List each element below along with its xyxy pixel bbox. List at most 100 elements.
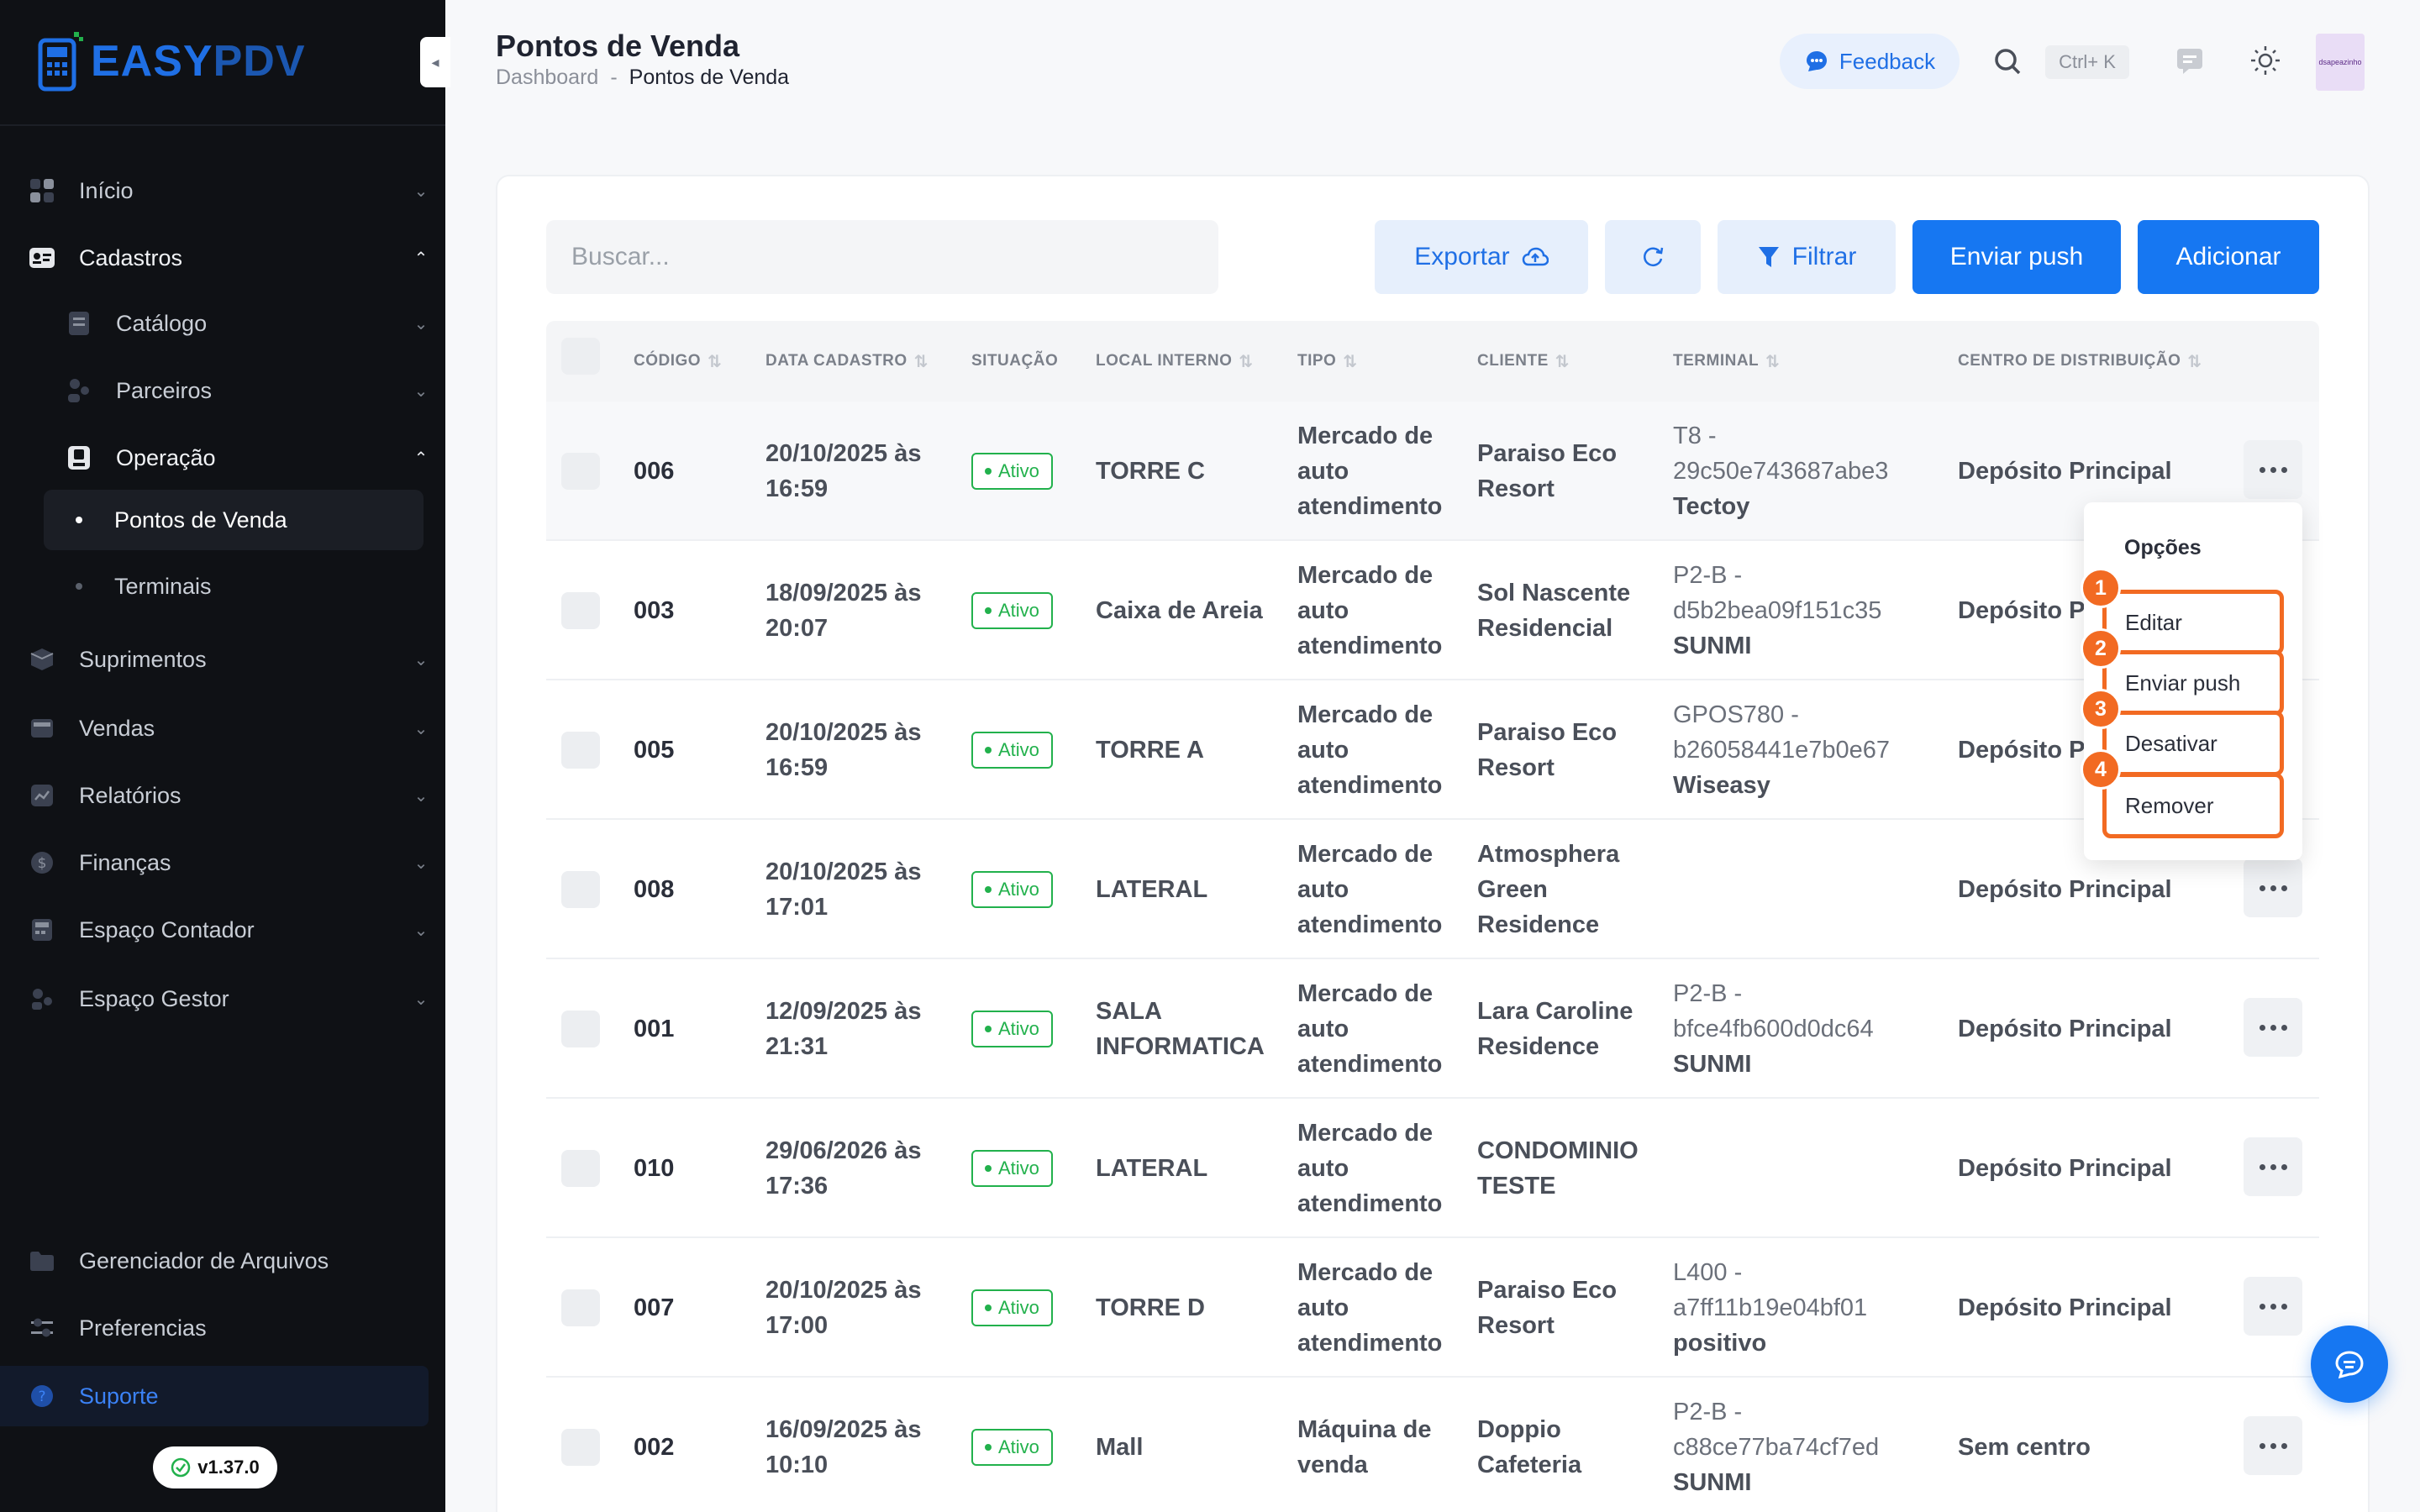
row-actions-button[interactable] bbox=[2244, 1137, 2302, 1196]
step-marker-3: 3 bbox=[2081, 689, 2121, 729]
sidebar-item-gerenciador-de-arquivos[interactable]: Gerenciador de Arquivos bbox=[27, 1231, 430, 1290]
sidebar-item-relatorios[interactable]: Relatórios ⌄ bbox=[27, 766, 430, 825]
status-badge: Ativo bbox=[971, 592, 1053, 629]
table-row[interactable]: 006 20/10/2025 às 16:59 Ativo TORRE C Mercad… bbox=[546, 402, 2319, 541]
table-row[interactable]: 007 20/10/2025 às 17:00 Ativo TORRE D Mercad… bbox=[546, 1238, 2319, 1378]
row-actions-button[interactable] bbox=[2244, 998, 2302, 1057]
sidebar-item-pontos-de-venda[interactable]: Pontos de Venda bbox=[44, 490, 424, 550]
status-badge: Ativo bbox=[971, 1289, 1053, 1326]
cell-situacao: Ativo bbox=[971, 402, 1081, 541]
row-checkbox[interactable] bbox=[561, 592, 600, 629]
row-actions-button[interactable] bbox=[2244, 858, 2302, 917]
send-push-button[interactable]: Enviar push bbox=[1912, 220, 2121, 294]
sidebar-item-label: Gerenciador de Arquivos bbox=[79, 1247, 329, 1273]
sidebar-item-suporte[interactable]: ? Suporte bbox=[0, 1366, 429, 1426]
export-button[interactable]: Exportar bbox=[1375, 220, 1588, 294]
brand-name: EASYPDV bbox=[91, 37, 306, 86]
calculator-icon bbox=[27, 915, 57, 945]
table-row[interactable]: 010 29/06/2026 às 17:36 Ativo LATERAL Mercad… bbox=[546, 1099, 2319, 1238]
sidebar-item-cadastros[interactable]: Cadastros ⌃ bbox=[27, 228, 430, 287]
menu-item-remover[interactable]: Remover bbox=[2102, 773, 2284, 838]
cell-situacao: Ativo bbox=[971, 1378, 1081, 1512]
sidebar-item-suprimentos[interactable]: Suprimentos ⌄ bbox=[27, 630, 430, 689]
status-dot-icon bbox=[985, 747, 992, 753]
status-label: Ativo bbox=[998, 1018, 1039, 1039]
chart-icon bbox=[27, 780, 57, 811]
brand-logo[interactable]: EASYPDV bbox=[37, 29, 306, 94]
table-row[interactable]: 008 20/10/2025 às 17:01 Ativo LATERAL Mercad… bbox=[546, 820, 2319, 959]
refresh-button[interactable] bbox=[1605, 220, 1701, 294]
status-dot-icon bbox=[985, 1165, 992, 1172]
filter-button[interactable]: Filtrar bbox=[1718, 220, 1896, 294]
row-checkbox[interactable] bbox=[561, 1150, 600, 1187]
chevron-down-icon: ⌄ bbox=[413, 786, 429, 806]
cell-cliente: Sol Nascente Residencial bbox=[1477, 580, 1631, 642]
sidebar-item-parceiros[interactable]: Parceiros ⌄ bbox=[64, 361, 430, 420]
row-checkbox[interactable] bbox=[561, 1429, 600, 1466]
row-checkbox[interactable] bbox=[561, 1011, 600, 1047]
column-header-tipo[interactable]: TIPO ⇅ bbox=[1297, 321, 1358, 402]
column-header-cliente[interactable]: CLIENTE ⇅ bbox=[1477, 321, 1570, 402]
cell-situacao: Ativo bbox=[971, 680, 1081, 820]
svg-text:?: ? bbox=[38, 1389, 45, 1405]
row-checkbox[interactable] bbox=[561, 871, 600, 908]
dot-icon bbox=[2270, 1442, 2276, 1449]
menu-item-desativar[interactable]: Desativar bbox=[2102, 711, 2284, 776]
select-all-checkbox[interactable] bbox=[561, 338, 600, 375]
table-row[interactable]: 005 20/10/2025 às 16:59 Ativo TORRE A Mercad… bbox=[546, 680, 2319, 820]
row-checkbox[interactable] bbox=[561, 453, 600, 490]
sidebar-item-operacao[interactable]: Operação ⌃ bbox=[64, 428, 430, 487]
cell-codigo: 007 bbox=[634, 1294, 675, 1321]
column-header-codigo[interactable]: CÓDIGO ⇅ bbox=[634, 321, 722, 402]
add-button[interactable]: Adicionar bbox=[2138, 220, 2319, 294]
table-row[interactable]: 001 12/09/2025 às 21:31 Ativo SALA INFORMAT… bbox=[546, 959, 2319, 1099]
menu-item-editar[interactable]: Editar bbox=[2102, 590, 2284, 655]
breadcrumb-dashboard[interactable]: Dashboard bbox=[496, 66, 598, 90]
row-actions-button[interactable] bbox=[2244, 1416, 2302, 1475]
row-checkbox[interactable] bbox=[561, 732, 600, 769]
search-input[interactable] bbox=[546, 220, 1218, 294]
sort-icon: ⇅ bbox=[913, 352, 929, 371]
sidebar-collapse-button[interactable]: ◂ bbox=[420, 37, 450, 87]
manager-icon bbox=[27, 984, 57, 1014]
search-icon[interactable] bbox=[1993, 47, 2022, 76]
book-icon bbox=[64, 308, 94, 339]
row-actions-button[interactable] bbox=[2244, 440, 2302, 499]
row-actions-button[interactable] bbox=[2244, 1277, 2302, 1336]
dot-icon bbox=[2259, 1303, 2265, 1310]
sidebar-item-financas[interactable]: $ Finanças ⌄ bbox=[27, 833, 430, 892]
sidebar-item-vendas[interactable]: Vendas ⌄ bbox=[27, 699, 430, 758]
cell-data-cadastro: 20/10/2025 às 17:00 bbox=[765, 1277, 922, 1339]
sidebar-divider bbox=[0, 124, 445, 126]
sidebar-item-label: Catálogo bbox=[116, 310, 208, 336]
table-row[interactable]: 003 18/09/2025 às 20:07 Ativo Caixa de Arei… bbox=[546, 541, 2319, 680]
menu-item-enviar-push[interactable]: Enviar push bbox=[2102, 650, 2284, 716]
status-label: Ativo bbox=[998, 1158, 1039, 1179]
message-icon[interactable] bbox=[2175, 45, 2205, 76]
column-header-centro-de-distribuicao[interactable]: CENTRO DE DISTRIBUIÇÃO ⇅ bbox=[1958, 321, 2202, 402]
avatar[interactable]: dsapeazinho bbox=[2316, 34, 2365, 91]
cell-data-cadastro: 20/10/2025 às 17:01 bbox=[765, 858, 922, 921]
cell-tipo: Mercado de auto atendimento bbox=[1297, 1259, 1443, 1357]
id-card-icon bbox=[27, 243, 57, 273]
theme-toggle-sun-icon[interactable] bbox=[2249, 44, 2282, 77]
sidebar-item-espaco-gestor[interactable]: Espaço Gestor ⌄ bbox=[27, 969, 430, 1028]
sidebar-item-inicio[interactable]: Início ⌄ bbox=[27, 161, 430, 220]
sidebar-item-catalogo[interactable]: Catálogo ⌄ bbox=[64, 294, 430, 353]
cell-terminal: T8 - 29c50e743687abe3 Tectoy bbox=[1673, 402, 1925, 541]
column-header-terminal[interactable]: TERMINAL ⇅ bbox=[1673, 321, 1780, 402]
row-checkbox[interactable] bbox=[561, 1289, 600, 1326]
sidebar-item-label: Pontos de Venda bbox=[114, 507, 287, 533]
status-dot-icon bbox=[985, 1305, 992, 1311]
column-label: TIPO bbox=[1297, 352, 1337, 370]
column-header-data-cadastro[interactable]: DATA CADASTRO ⇅ bbox=[765, 321, 929, 402]
sidebar-item-preferencias[interactable]: Preferencias bbox=[27, 1299, 430, 1357]
table-row[interactable]: 002 16/09/2025 às 10:10 Ativo Mall Máquina d… bbox=[546, 1378, 2319, 1512]
chat-support-button[interactable] bbox=[2311, 1326, 2388, 1403]
sidebar-item-espaco-contador[interactable]: Espaço Contador ⌄ bbox=[27, 900, 430, 959]
status-dot-icon bbox=[985, 468, 992, 475]
feedback-button[interactable]: Feedback bbox=[1780, 34, 1960, 89]
sidebar-item-terminais[interactable]: Terminais bbox=[44, 556, 424, 617]
column-header-local-interno[interactable]: LOCAL INTERNO ⇅ bbox=[1096, 321, 1254, 402]
sort-icon: ⇅ bbox=[1765, 352, 1781, 371]
